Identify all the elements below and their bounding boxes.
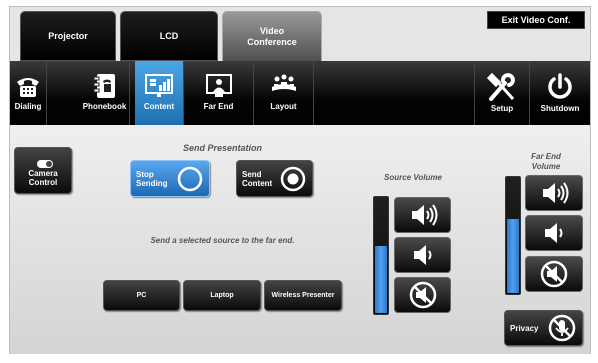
layout-icon [271,74,296,91]
source-mute-button[interactable] [394,277,451,313]
volume-down-icon [413,245,431,265]
source-wireless-presenter-button[interactable]: Wireless Presenter [264,280,342,311]
source-volume-level [375,246,387,313]
source-laptop-button[interactable]: Laptop [183,280,261,311]
nav-shutdown-label: Shutdown [540,104,580,113]
tab-video-conference[interactable]: Video Conference [222,11,322,63]
nav-far-end-label: Far End [203,102,234,111]
privacy-button[interactable]: Privacy [504,310,583,346]
nav-shutdown[interactable]: Shutdown [530,61,590,125]
nav-phonebook-label: Phonebook [82,102,127,111]
source-volume-up-button[interactable] [394,197,451,233]
nav-layout-label: Layout [270,102,297,111]
phone-icon [17,78,39,97]
privacy-label: Privacy [510,324,539,333]
far-end-volume-slider[interactable] [505,176,521,295]
camera-control-label: Camera Control [28,169,58,187]
nav-phonebook[interactable]: Phonebook [80,61,130,125]
exit-video-conf-button[interactable]: Exit Video Conf. [487,11,585,29]
source-wireless-presenter-label: Wireless Presenter [271,292,335,299]
tools-icon [487,73,515,101]
content-icon [145,74,173,97]
source-volume-slider[interactable] [373,196,389,315]
nav-setup-label: Setup [490,104,514,113]
source-pc-label: PC [136,292,147,299]
mute-icon [540,260,568,288]
source-pc-button[interactable]: PC [103,280,180,311]
tab-projector[interactable]: Projector [20,11,116,61]
tab-lcd[interactable]: LCD [120,11,218,61]
volume-up-icon [543,182,569,204]
phonebook-icon [93,74,115,98]
nav-content-label: Content [143,102,175,111]
tab-video-conference-label: Video Conference [247,26,297,47]
stop-sending-label: Stop Sending [136,170,168,188]
source-laptop-label: Laptop [210,292,234,299]
nav-content[interactable]: Content [135,61,184,125]
tab-projector-label: Projector [48,30,88,41]
record-icon [280,166,306,192]
camera-icon [37,160,53,168]
far-end-volume-level [507,219,519,293]
far-end-volume-up-button[interactable] [525,175,583,211]
far-end-mute-button[interactable] [525,256,583,292]
far-end-icon [205,74,232,97]
source-volume-down-button[interactable] [394,237,451,273]
camera-control-button[interactable]: Camera Control [14,147,72,194]
send-content-button[interactable]: Send Content [236,160,313,197]
exit-video-conf-label: Exit Video Conf. [501,15,571,25]
navbar: Dialing Phonebook Content Far End Layout… [10,61,590,125]
volume-up-icon [411,204,437,226]
send-presentation-heading: Send Presentation [182,143,263,153]
nav-dialing-label: Dialing [14,102,42,111]
far-end-volume-down-button[interactable] [525,215,583,251]
tab-lcd-label: LCD [159,30,179,41]
nav-setup[interactable]: Setup [474,61,530,125]
send-content-label: Send Content [242,170,273,188]
source-volume-label: Source Volume [384,173,442,182]
mic-mute-icon [548,314,576,342]
app-root: Projector LCD Video Conference Exit Vide… [0,0,598,363]
power-icon [548,73,572,99]
volume-down-icon [545,223,563,243]
nav-far-end[interactable]: Far End [184,61,254,125]
nav-dialing[interactable]: Dialing [10,61,47,125]
circle-icon [177,166,203,192]
send-instruction-text: Send a selected source to the far end. [150,236,295,245]
mute-icon [409,281,436,309]
nav-layout[interactable]: Layout [254,61,314,125]
stop-sending-button[interactable]: Stop Sending [130,160,210,197]
far-end-volume-label: Far End Volume [531,152,561,171]
